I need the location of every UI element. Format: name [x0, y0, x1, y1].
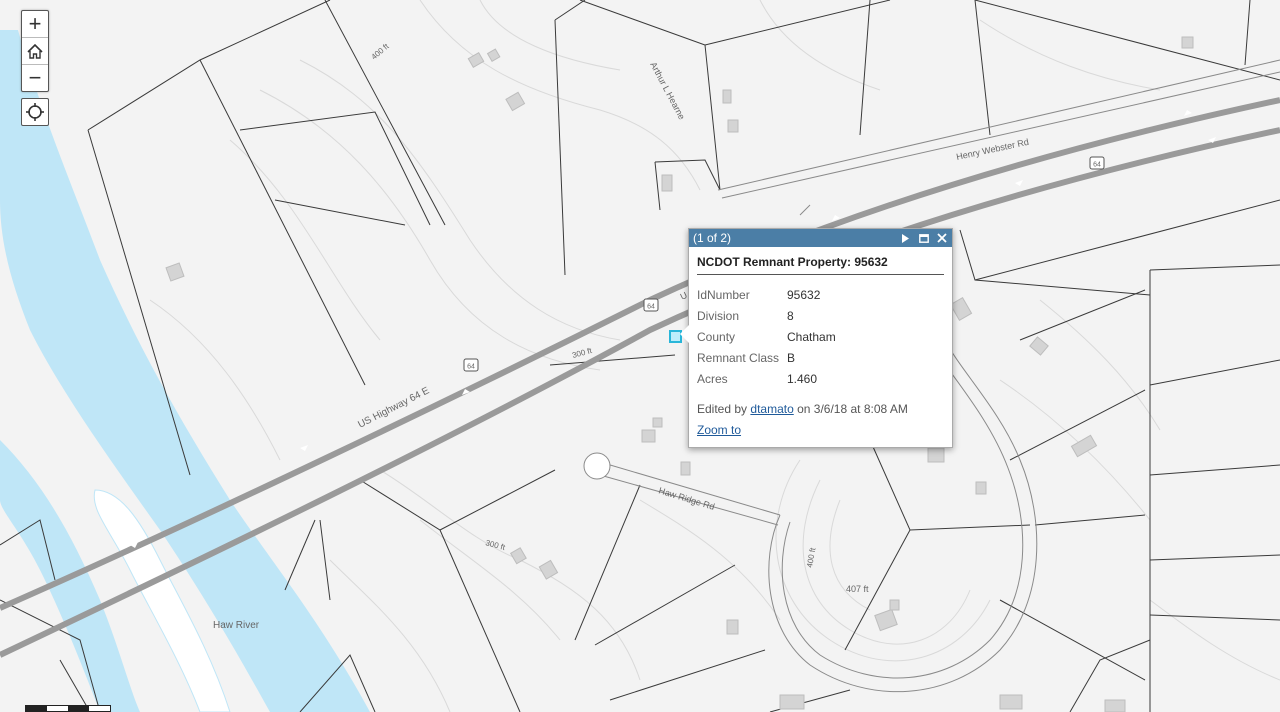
cul-de-sac — [583, 452, 611, 480]
zoom-in-button[interactable]: + — [22, 11, 48, 38]
edited-suffix: on 3/6/18 at 8:08 AM — [797, 402, 908, 416]
close-popup-button[interactable] — [935, 232, 948, 245]
spot-elevation-label: 407 ft — [846, 584, 869, 594]
zoom-out-button[interactable]: − — [22, 65, 48, 91]
edit-info: Edited by dtamato on 3/6/18 at 8:08 AM — [697, 402, 944, 416]
label-arthur-l-hearne: Arthur L Hearne — [648, 60, 687, 121]
popup-title: NCDOT Remnant Property: 95632 — [697, 255, 944, 275]
attribute-row: Acres 1.460 — [697, 368, 944, 389]
label-haw-river: Haw River — [213, 620, 260, 631]
attribute-value: 1.460 — [787, 371, 818, 386]
play-icon — [902, 233, 909, 243]
close-icon — [936, 233, 947, 243]
attribute-value: 8 — [787, 308, 794, 323]
map-canvas[interactable]: 64 64 64 US Highway 64 E Henry Webster R… — [0, 0, 1280, 712]
label-henry-webster-rd: Henry Webster Rd — [955, 137, 1029, 162]
editor-user-link[interactable]: dtamato — [750, 402, 793, 416]
label-haw-ridge-rd: Haw Ridge Rd — [657, 485, 715, 512]
contour-label-400-top: 400 ft — [370, 41, 392, 61]
home-icon — [27, 43, 43, 59]
maximize-button[interactable] — [917, 232, 930, 245]
home-button[interactable] — [22, 38, 48, 65]
parcel-lines — [0, 0, 1280, 712]
popup-pointer — [680, 325, 689, 343]
attribute-key: Acres — [697, 371, 728, 386]
scale-bar — [25, 705, 111, 712]
contour-label-400-loop: 400 ft — [805, 546, 817, 568]
attribute-row: IdNumber 95632 — [697, 284, 944, 305]
contour-label-300-low: 300 ft — [484, 538, 506, 552]
attribute-row: Division 8 — [697, 305, 944, 326]
zoom-controls: + − — [21, 10, 49, 92]
attribute-value: B — [787, 350, 796, 365]
crosshair-icon — [26, 103, 44, 121]
attribute-table: IdNumber 95632 Division 8 County Chatham… — [697, 284, 944, 389]
haw-river — [0, 30, 370, 712]
buildings — [165, 36, 1194, 712]
feature-popup: (1 of 2) NCDOT Remnant Property: 95632 I… — [680, 228, 953, 448]
highway-direction-arrows — [130, 110, 1216, 548]
attribute-key: IdNumber — [697, 287, 750, 302]
attribute-key: County — [697, 329, 736, 344]
zoom-to-link[interactable]: Zoom to — [697, 423, 741, 437]
route-shield-2-text: 64 — [467, 364, 475, 371]
attribute-key: Division — [697, 308, 740, 323]
locate-button[interactable] — [21, 98, 49, 126]
next-feature-button[interactable] — [899, 232, 912, 245]
popup-header: (1 of 2) — [689, 229, 952, 247]
route-shield-1-text: 64 — [647, 304, 655, 311]
attribute-value: Chatham — [787, 329, 836, 344]
route-shield-1: 64 — [643, 298, 659, 312]
attribute-value: 95632 — [787, 287, 821, 302]
contour-label-300-mid: 300 ft — [571, 346, 593, 360]
popup-body: NCDOT Remnant Property: 95632 IdNumber 9… — [689, 247, 952, 437]
maximize-icon — [918, 233, 929, 243]
route-shield-3: 64 — [1089, 156, 1105, 170]
attribute-row: County Chatham — [697, 326, 944, 347]
attribute-key: Remnant Class — [697, 350, 780, 365]
route-shield-2: 64 — [463, 358, 479, 372]
route-shield-3-text: 64 — [1093, 162, 1101, 169]
popup-counter: (1 of 2) — [693, 231, 732, 245]
attribute-row: Remnant Class B — [697, 347, 944, 368]
edited-prefix: Edited by — [697, 402, 748, 416]
